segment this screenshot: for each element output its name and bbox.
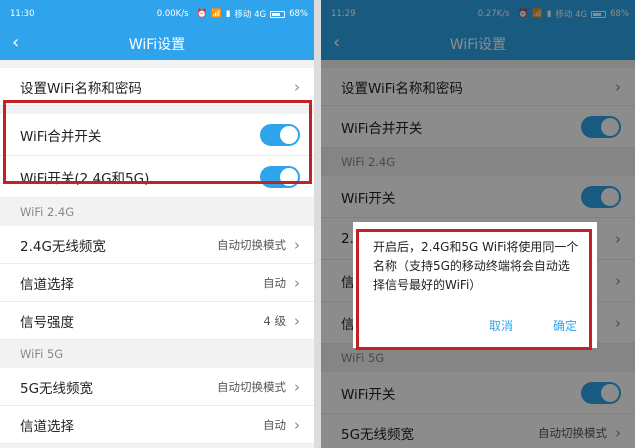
row-value: 自动切换模式 bbox=[217, 379, 286, 394]
section-header-5g: WiFi 5G bbox=[0, 340, 314, 368]
battery-icon bbox=[270, 10, 286, 18]
battery-percent: 68% bbox=[289, 9, 308, 19]
page-title: WiFi设置 bbox=[128, 37, 186, 53]
alarm-icon: ⏰ bbox=[196, 9, 208, 19]
chevron-right-icon: › bbox=[294, 77, 300, 96]
phone-screen-right: 11:29 0.27K/s ⏰ 📶 ▮ 移动 4G 68% ‹ WiFi设置 设… bbox=[321, 0, 635, 448]
carrier-label: 移动 4G bbox=[234, 10, 267, 20]
status-time: 11:30 bbox=[10, 9, 35, 19]
highlight-box bbox=[356, 229, 592, 350]
signal-strength-row[interactable]: 信号强度 4 级 › bbox=[0, 302, 314, 340]
row-label: 信道选择 bbox=[20, 418, 74, 435]
channel-5g-row[interactable]: 信道选择 自动 › bbox=[0, 406, 314, 444]
status-bar: 11:30 0.00K/s ⏰ 📶 ▮ 移动 4G 68% bbox=[0, 0, 314, 28]
highlight-box bbox=[3, 100, 312, 184]
chevron-right-icon: › bbox=[294, 311, 300, 330]
chevron-right-icon: › bbox=[294, 273, 300, 292]
row-value: 自动切换模式 bbox=[217, 237, 286, 252]
row-label: 2.4G无线频宽 bbox=[20, 238, 106, 255]
row-label: 信号强度 bbox=[20, 314, 74, 331]
channel-24g-row[interactable]: 信道选择 自动 › bbox=[0, 264, 314, 302]
network-speed: 0.00K/s bbox=[156, 9, 189, 19]
chevron-right-icon: › bbox=[294, 235, 300, 254]
chevron-left-icon[interactable]: ‹ bbox=[12, 34, 32, 56]
band-24g-row[interactable]: 2.4G无线频宽 自动切换模式 › bbox=[0, 226, 314, 264]
chevron-right-icon: › bbox=[294, 377, 300, 396]
chevron-right-icon: › bbox=[294, 415, 300, 434]
row-value: 自动 bbox=[263, 275, 286, 290]
row-label: 5G无线频宽 bbox=[20, 380, 94, 397]
signal-icon: ▮ bbox=[225, 9, 231, 19]
row-label: 信道选择 bbox=[20, 276, 74, 293]
wifi-icon: 📶 bbox=[211, 9, 222, 19]
nav-bar: ‹ WiFi设置 bbox=[0, 28, 314, 60]
section-header-24g: WiFi 2.4G bbox=[0, 198, 314, 226]
band-5g-row[interactable]: 5G无线频宽 自动切换模式 › bbox=[0, 368, 314, 406]
row-value: 4 级 bbox=[263, 313, 286, 328]
row-value: 自动 bbox=[263, 417, 286, 432]
row-label: 设置WiFi名称和密码 bbox=[20, 80, 142, 97]
phone-screen-left: 11:30 0.00K/s ⏰ 📶 ▮ 移动 4G 68% ‹ WiFi设置 设… bbox=[0, 0, 314, 448]
status-icons: ⏰ 📶 ▮ 移动 4G 68% bbox=[197, 8, 308, 20]
